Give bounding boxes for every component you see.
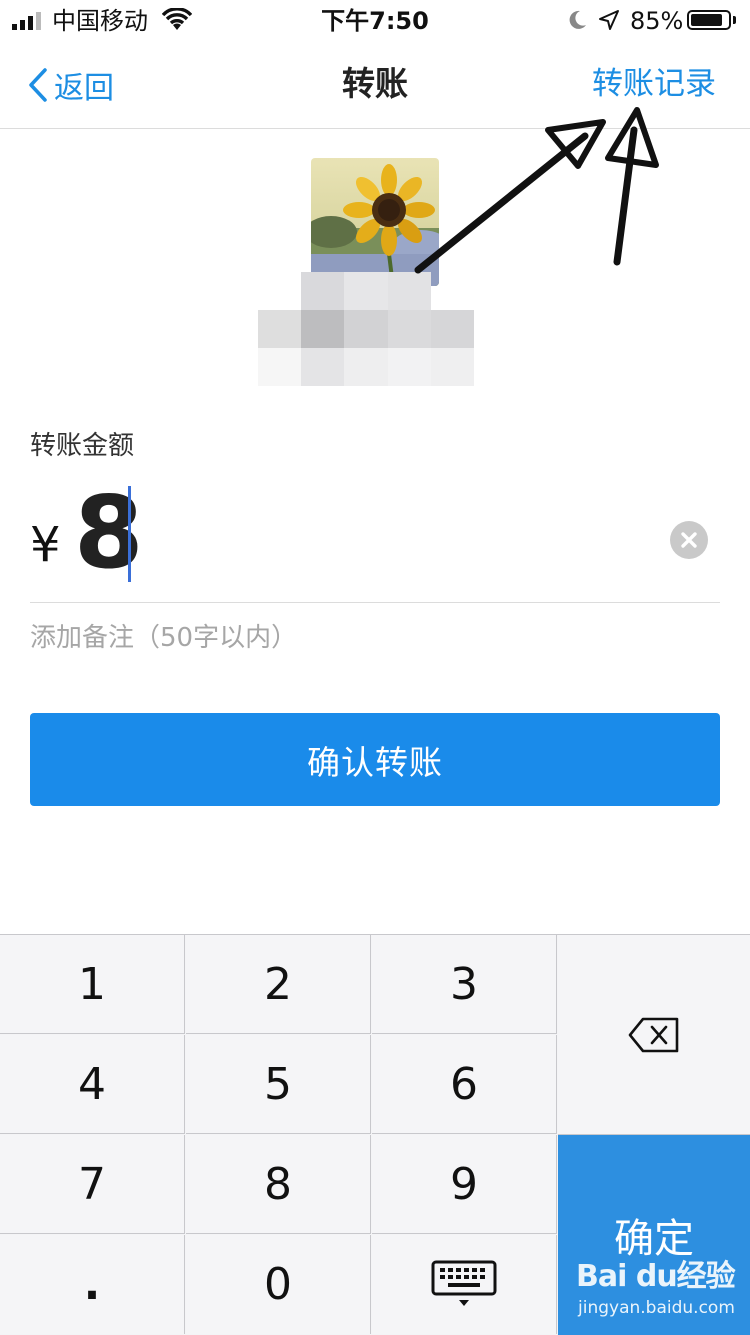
confirm-transfer-button[interactable]: 确认转账 bbox=[30, 713, 720, 806]
mosaic-cell bbox=[301, 348, 345, 386]
key-7[interactable]: 7 bbox=[0, 1135, 185, 1234]
key-3[interactable]: 3 bbox=[372, 935, 557, 1034]
baidu-jingyan-watermark: Bai du经验 jingyan.baidu.com bbox=[576, 1250, 746, 1330]
mosaic-cell bbox=[387, 310, 431, 348]
close-icon bbox=[681, 532, 697, 548]
battery-percent: 85% bbox=[630, 7, 684, 35]
text-caret bbox=[128, 486, 131, 582]
mosaic-cell bbox=[387, 348, 431, 386]
keyboard-hide-icon bbox=[431, 1260, 497, 1306]
mosaic-cell bbox=[344, 272, 388, 310]
key-5[interactable]: 5 bbox=[186, 1035, 371, 1134]
nav-bar: 返回 转账 转账记录 bbox=[0, 44, 750, 129]
status-bar: 中国移动 下午7:50 85% bbox=[0, 0, 750, 44]
moon-icon bbox=[569, 10, 586, 29]
mosaic-cell bbox=[430, 310, 474, 348]
mosaic-cell bbox=[344, 310, 388, 348]
key-4[interactable]: 4 bbox=[0, 1035, 185, 1134]
battery-tip bbox=[733, 16, 736, 24]
watermark-brand: Bai du经验 bbox=[576, 1259, 736, 1294]
transfer-records-link[interactable]: 转账记录 bbox=[592, 64, 716, 104]
backspace-icon bbox=[628, 1017, 679, 1052]
delete-key[interactable] bbox=[558, 935, 750, 1135]
mosaic-cell bbox=[301, 310, 345, 348]
currency-symbol: ¥ bbox=[30, 517, 61, 573]
clear-amount-button[interactable] bbox=[670, 521, 708, 559]
key-0[interactable]: 0 bbox=[186, 1235, 371, 1334]
mosaic-cell bbox=[387, 272, 431, 310]
mosaic-cell bbox=[430, 348, 474, 386]
watermark-url: jingyan.baidu.com bbox=[578, 1298, 735, 1318]
key-8[interactable]: 8 bbox=[186, 1135, 371, 1234]
mosaic-cell bbox=[431, 272, 474, 310]
battery-fill bbox=[691, 14, 722, 26]
recipient-name-mosaic bbox=[258, 272, 474, 386]
mosaic-cell bbox=[258, 310, 302, 348]
key-dot[interactable]: . bbox=[0, 1235, 185, 1334]
amount-label: 转账金额 bbox=[30, 431, 135, 461]
mosaic-cell bbox=[301, 272, 345, 310]
key-6[interactable]: 6 bbox=[372, 1035, 557, 1134]
mosaic-cell bbox=[344, 348, 388, 386]
sunflower-avatar bbox=[311, 158, 439, 286]
divider bbox=[30, 602, 720, 603]
key-9[interactable]: 9 bbox=[372, 1135, 557, 1234]
location-arrow-icon bbox=[599, 10, 619, 30]
key-2[interactable]: 2 bbox=[186, 935, 371, 1034]
remark-input[interactable]: 添加备注（50字以内） bbox=[30, 620, 297, 656]
mosaic-cell bbox=[258, 272, 301, 310]
hide-keyboard-key[interactable] bbox=[372, 1235, 557, 1334]
battery-icon bbox=[687, 10, 731, 30]
amount-input[interactable]: 8 bbox=[74, 478, 144, 588]
sunflower-image bbox=[311, 158, 439, 286]
mosaic-cell bbox=[258, 348, 302, 386]
key-1[interactable]: 1 bbox=[0, 935, 185, 1034]
